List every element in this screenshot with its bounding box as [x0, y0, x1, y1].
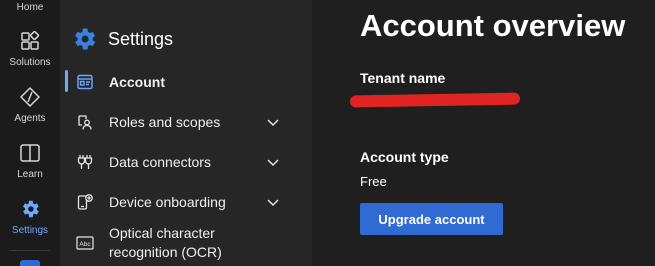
nav-label-device-onboarding: Device onboarding: [109, 194, 226, 210]
nav-item-data-connectors[interactable]: Data connectors: [60, 146, 312, 178]
chevron-down-icon[interactable]: [265, 194, 281, 210]
redaction-mark: [349, 92, 521, 108]
rail-label-settings: Settings: [11, 225, 49, 236]
nav-item-roles-and-scopes[interactable]: Roles and scopes: [60, 106, 312, 138]
account-type-label: Account type: [360, 149, 449, 165]
account-card-icon: [77, 74, 93, 90]
nav-item-ocr[interactable]: Abc Optical character recognition (OCR): [60, 224, 312, 264]
rail-divider: [10, 250, 50, 251]
ocr-icon: Abc: [76, 236, 94, 250]
plug-icon: [77, 155, 93, 169]
settings-header: Settings: [70, 25, 173, 53]
gear-icon: [23, 200, 39, 218]
nav-label-data-connectors: Data connectors: [109, 154, 211, 170]
rail-label-home: Home: [16, 2, 44, 13]
settings-gear-icon: [75, 28, 96, 50]
device-add-icon: [77, 194, 93, 210]
rail-item-agents[interactable]: Agents: [0, 86, 60, 124]
account-type-value: Free: [360, 174, 387, 189]
svg-text:Abc: Abc: [79, 241, 91, 248]
solutions-icon: [21, 30, 40, 50]
nav-item-account[interactable]: Account: [60, 66, 312, 98]
rail-label-agents: Agents: [14, 113, 46, 124]
account-overview-pane: Account overview Tenant name Account typ…: [312, 0, 655, 266]
nav-label-account: Account: [109, 74, 165, 90]
nav-item-device-onboarding[interactable]: Device onboarding: [60, 186, 312, 218]
nav-label-ocr: Optical character recognition (OCR): [109, 224, 222, 262]
nav-label-roles: Roles and scopes: [109, 114, 221, 130]
rail-item-learn[interactable]: Learn: [0, 142, 60, 180]
settings-title: Settings: [108, 28, 174, 49]
upgrade-account-button[interactable]: Upgrade account: [360, 203, 503, 235]
nav-label-ocr-line1: Optical character: [109, 225, 215, 241]
app-rail: Home Solutions Agents Learn Settings: [0, 0, 60, 266]
nav-label-ocr-line2: recognition (OCR): [109, 244, 222, 260]
roles-icon: [78, 115, 92, 130]
settings-panel: Settings Account Roles and scopes Data c…: [60, 0, 312, 266]
learn-icon: [20, 144, 40, 162]
rail-item-solutions[interactable]: Solutions: [0, 30, 60, 68]
agents-icon: [20, 87, 40, 107]
rail-next-item-icon: [20, 260, 40, 266]
page-title: Account overview: [360, 8, 626, 43]
rail-label-solutions: Solutions: [9, 57, 51, 68]
chevron-down-icon[interactable]: [265, 154, 281, 170]
tenant-name-label: Tenant name: [360, 70, 446, 86]
rail-label-learn: Learn: [17, 169, 43, 180]
chevron-down-icon[interactable]: [265, 114, 281, 130]
rail-item-settings[interactable]: Settings: [0, 198, 60, 236]
rail-item-home[interactable]: Home: [0, 2, 60, 13]
